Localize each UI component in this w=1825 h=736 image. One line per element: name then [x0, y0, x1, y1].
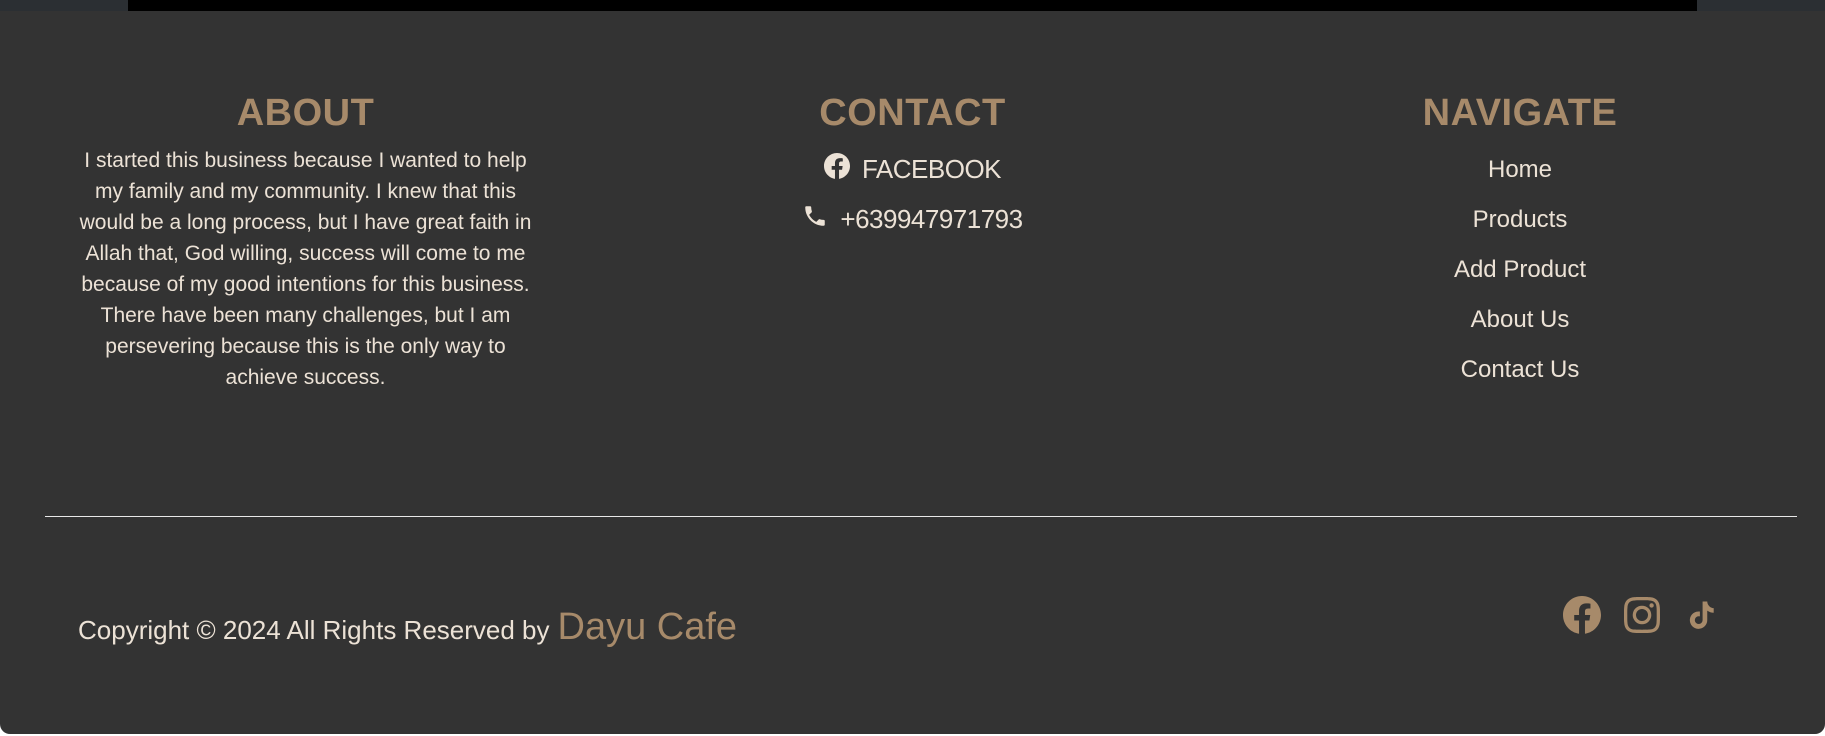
contact-phone-link[interactable]: +639947971793	[760, 195, 1065, 245]
footer-divider	[45, 516, 1797, 517]
copyright: Copyright © 2024 All Rights Reserved by …	[78, 606, 737, 649]
phone-icon	[802, 203, 828, 236]
nav-list: Home Products Add Product About Us Conta…	[1370, 145, 1670, 395]
nav-link-add-product[interactable]: Add Product	[1370, 245, 1670, 295]
facebook-icon[interactable]	[1562, 595, 1602, 635]
header-bar	[128, 0, 1697, 11]
navigate-section: NAVIGATE Home Products Add Product About…	[1370, 92, 1670, 395]
nav-link-about-us[interactable]: About Us	[1370, 295, 1670, 345]
contact-section: CONTACT FACEBOOK +639947971793	[760, 92, 1065, 245]
copyright-text: Copyright © 2024 All Rights Reserved by	[78, 615, 550, 645]
page: ABOUT I started this business because I …	[0, 0, 1825, 736]
about-title: ABOUT	[236, 92, 375, 134]
site-footer: ABOUT I started this business because I …	[0, 11, 1825, 734]
nav-link-products[interactable]: Products	[1370, 195, 1670, 245]
instagram-icon[interactable]	[1622, 595, 1662, 635]
brand-link[interactable]: Dayu Cafe	[558, 606, 738, 649]
contact-facebook-link[interactable]: FACEBOOK	[760, 145, 1065, 195]
contact-title: CONTACT	[819, 92, 1006, 134]
facebook-icon	[823, 153, 850, 186]
nav-link-home[interactable]: Home	[1370, 145, 1670, 195]
tiktok-icon[interactable]	[1682, 595, 1722, 635]
contact-facebook-label: FACEBOOK	[861, 154, 1002, 185]
about-section: ABOUT I started this business because I …	[78, 92, 533, 393]
social-links	[1562, 595, 1722, 635]
about-text: I started this business because I wanted…	[79, 148, 532, 389]
contact-phone-label: +639947971793	[840, 204, 1023, 235]
navigate-title: NAVIGATE	[1422, 92, 1618, 134]
nav-link-contact-us[interactable]: Contact Us	[1370, 345, 1670, 395]
